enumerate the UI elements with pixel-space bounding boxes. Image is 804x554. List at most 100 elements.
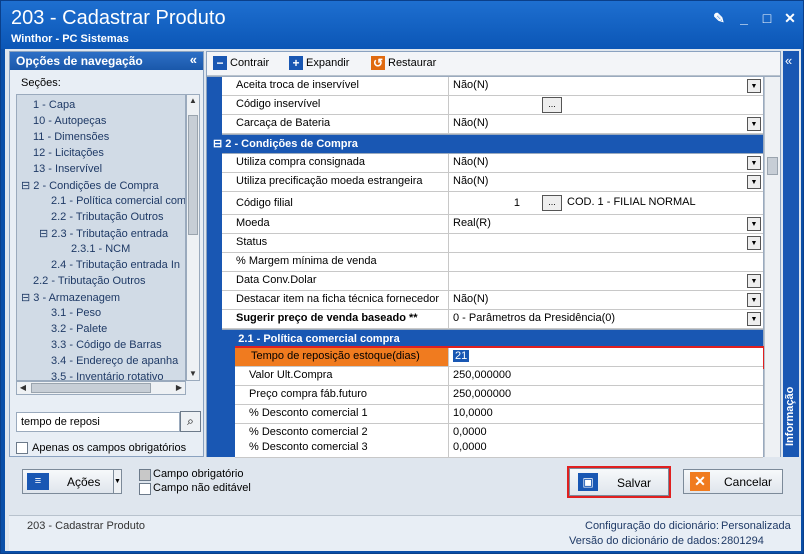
actions-button[interactable]: ≡ Ações [22, 469, 122, 494]
row-value[interactable]: 1 [450, 192, 520, 210]
tree-item-tributacao-entrada-in[interactable]: 2.4 - Tributação entrada In [51, 259, 180, 271]
row-label: Aceita troca de inservível [222, 77, 449, 95]
tree-item-armazenagem[interactable]: ⊟ 3 - Armazenagem [21, 291, 120, 304]
tree-item-autopecas[interactable]: 10 - Autopeças [33, 115, 106, 127]
actions-dropdown-icon[interactable]: ▼ [113, 469, 122, 494]
grid-row[interactable]: Aceita troca de inservível Não(N) ▼ [222, 77, 763, 96]
collapse-group-icon[interactable]: ⊟ [213, 138, 225, 150]
row-value[interactable]: Não(N) [450, 115, 763, 133]
collapse-button[interactable]: − Contrair [213, 56, 269, 70]
grid-row[interactable]: % Desconto comercial 1 10,0000 [235, 405, 763, 424]
scroll-down-icon[interactable]: ▼ [187, 368, 199, 380]
info-side-panel[interactable]: « Informação [783, 51, 799, 457]
row-value[interactable] [450, 234, 763, 252]
expander-icon[interactable]: ⊟ [39, 228, 51, 240]
tree-item-dimensoes[interactable]: 11 - Dimensões [33, 131, 109, 143]
grid-row[interactable]: % Margem mínima de venda [222, 253, 763, 272]
tree-item-condicoes-compra[interactable]: ⊟ 2 - Condições de Compra [21, 179, 159, 192]
edit-icon[interactable]: ✎ [711, 10, 727, 26]
grid-row[interactable]: % Desconto comercial 3 0,0000 [235, 439, 763, 458]
section-search-input[interactable]: tempo de reposi [16, 412, 180, 432]
row-value[interactable]: Não(N) [450, 173, 763, 191]
row-value[interactable]: Não(N) [450, 154, 763, 172]
selected-value[interactable]: 21 [453, 350, 470, 362]
scroll-left-icon[interactable]: ◀ [17, 382, 29, 394]
scroll-thumb[interactable] [31, 383, 151, 393]
tree-item-tributacao-outros[interactable]: 2.2 - Tributação Outros [51, 211, 164, 223]
tree-item-capa[interactable]: 1 - Capa [33, 99, 75, 111]
chevron-down-icon[interactable]: ▼ [747, 236, 761, 250]
row-value[interactable]: 21 [450, 348, 763, 366]
row-value[interactable] [450, 272, 763, 290]
grid-row[interactable]: Destacar item na ficha técnica fornecedo… [222, 291, 763, 310]
group-header-condicoes-compra[interactable]: ⊟ 2 - Condições de Compra [207, 135, 763, 153]
row-value[interactable]: 250,000000 [450, 367, 763, 385]
chevron-down-icon[interactable]: ▼ [747, 79, 761, 93]
scroll-thumb[interactable] [767, 157, 778, 175]
row-value[interactable]: Real(R) [450, 215, 763, 233]
chevron-down-icon[interactable]: ▼ [747, 217, 761, 231]
tree-item-endereco-apanha[interactable]: 3.4 - Endereço de apanha [51, 355, 178, 367]
tree-item-licitacoes[interactable]: 12 - Licitações [33, 147, 104, 159]
expand-info-icon[interactable]: « [785, 53, 792, 68]
chevron-down-icon[interactable]: ▼ [747, 293, 761, 307]
expand-button[interactable]: + Expandir [289, 56, 349, 70]
grid-row[interactable]: Utiliza compra consignada Não(N) ▼ [222, 154, 763, 173]
row-value[interactable]: 0 - Parâmetros da Presidência(0) [450, 310, 763, 328]
tree-item-ncm[interactable]: 2.3.1 - NCM [71, 243, 130, 255]
collapse-panel-icon[interactable]: « [190, 52, 197, 67]
row-value[interactable]: 0,0000 [450, 439, 763, 457]
row-value[interactable]: Não(N) [450, 77, 763, 95]
search-icon[interactable]: ⌕ [180, 411, 201, 432]
grid-row[interactable]: Sugerir preço de venda baseado ** 0 - Par… [222, 310, 763, 329]
grid-vertical-scrollbar[interactable] [764, 77, 780, 457]
close-icon[interactable]: ✕ [782, 10, 798, 26]
row-value[interactable] [450, 253, 763, 271]
ellipsis-button[interactable]: ... [542, 97, 562, 113]
grid-row[interactable]: Data Conv.Dolar ▼ [222, 272, 763, 291]
group-header-politica-comercial[interactable]: ⊟ 2.1 - Política comercial compra [222, 330, 763, 348]
row-value[interactable]: 10,0000 [450, 405, 763, 423]
minimize-icon[interactable]: _ [736, 10, 752, 26]
tree-horizontal-scrollbar[interactable]: ◀ ▶ [16, 381, 186, 395]
tree-item-politica-comercial[interactable]: 2.1 - Política comercial comp [51, 195, 185, 207]
chevron-down-icon[interactable]: ▼ [747, 117, 761, 131]
tree-vertical-scrollbar[interactable]: ▲ ▼ [186, 94, 200, 381]
maximize-icon[interactable]: □ [759, 10, 775, 26]
chevron-down-icon[interactable]: ▼ [747, 175, 761, 189]
scroll-thumb[interactable] [188, 115, 198, 235]
grid-row-selected[interactable]: Tempo de reposição estoque(dias) 21 [233, 346, 765, 369]
tree-item-tributacao-outros-2[interactable]: 2.2 - Tributação Outros [33, 275, 146, 287]
grid-row[interactable]: Utiliza precificação moeda estrangeira Nã… [222, 173, 763, 192]
row-value[interactable]: 250,000000 [450, 386, 763, 404]
row-value[interactable] [450, 96, 763, 114]
tree-item-peso[interactable]: 3.1 - Peso [51, 307, 101, 319]
tree-item-tributacao-entrada[interactable]: ⊟ 2.3 - Tributação entrada [39, 227, 168, 240]
cancel-button[interactable]: ✕ Cancelar [683, 469, 783, 494]
grid-row[interactable]: Preço compra fáb.futuro 250,000000 [235, 386, 763, 405]
tree-item-codigo-barras[interactable]: 3.3 - Código de Barras [51, 339, 162, 351]
only-required-checkbox[interactable] [16, 442, 28, 454]
expander-icon[interactable]: ⊟ [21, 180, 33, 192]
chevron-down-icon[interactable]: ▼ [747, 274, 761, 288]
save-button[interactable]: ▣ Salvar [567, 466, 671, 498]
ellipsis-button[interactable]: ... [542, 195, 562, 211]
grid-row[interactable]: Status ▼ [222, 234, 763, 253]
grid-row[interactable]: Carcaça de Bateria Não(N) ▼ [222, 115, 763, 134]
expander-icon[interactable]: ⊟ [21, 292, 33, 304]
tree-item-inventario-rotativo[interactable]: 3.5 - Inventário rotativo [51, 371, 164, 380]
tree-item-inservivel[interactable]: 13 - Inservível [33, 163, 102, 175]
grid-row[interactable]: Valor Ult.Compra 250,000000 [235, 367, 763, 386]
scroll-right-icon[interactable]: ▶ [173, 382, 185, 394]
chevron-down-icon[interactable]: ▼ [747, 156, 761, 170]
scroll-up-icon[interactable]: ▲ [187, 95, 199, 107]
chevron-down-icon[interactable]: ▼ [747, 312, 761, 326]
grid-row[interactable]: Código filial 1... COD. 1 - FILIAL NORMAL [222, 192, 763, 215]
row-label: Preço compra fáb.futuro [235, 386, 449, 404]
tree-item-palete[interactable]: 3.2 - Palete [51, 323, 107, 335]
grid-row[interactable]: Código inservível... [222, 96, 763, 115]
restore-button[interactable]: ↺ Restaurar [371, 56, 436, 70]
grid-row[interactable]: Moeda Real(R) ▼ [222, 215, 763, 234]
client-area: Opções de navegação « Seções: 1 - Capa 1… [5, 49, 801, 551]
row-value[interactable]: Não(N) [450, 291, 763, 309]
